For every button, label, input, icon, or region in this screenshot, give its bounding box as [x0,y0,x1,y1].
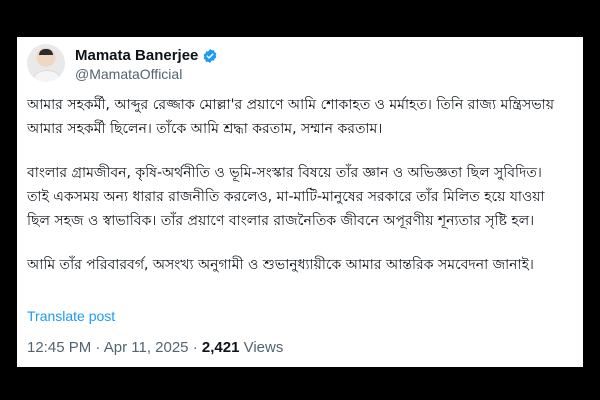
verified-badge-icon [204,48,217,63]
views-count: 2,421 [201,339,240,356]
tweet-paragraph: বাংলার গ্রামজীবন, কৃষি-অর্থনীতি ও ভূমি-স… [27,165,545,229]
tweet-paragraph: আমি তাঁর পরিবারবর্গ, অসংখ্য অনুগামী ও শু… [27,257,534,273]
meta-separator: · [188,339,202,356]
tweet-card: Mamata Banerjee @MamataOfficial আমার সহক… [17,37,583,367]
post-date[interactable]: Apr 11, 2025 [104,339,189,356]
tweet-meta: 12:45 PM · Apr 11, 2025 · 2,421 Views [27,339,283,356]
author-name[interactable]: Mamata Banerjee [75,47,198,64]
meta-separator: · [91,339,104,356]
tweet-header: Mamata Banerjee @MamataOfficial [27,44,567,84]
views-label: Views [239,339,284,356]
post-time[interactable]: 12:45 PM [27,339,91,356]
tweet-paragraph: আমার সহকর্মী, আব্দুর রেজ্জাক মোল্লা'র প্… [27,97,554,137]
tweet-text: আমার সহকর্মী, আব্দুর রেজ্জাক মোল্লা'র প্… [27,93,567,297]
translate-post-link[interactable]: Translate post [27,308,115,324]
avatar[interactable] [27,44,65,82]
author-handle[interactable]: @MamataOfficial [75,66,182,82]
author-row: Mamata Banerjee [75,47,218,64]
